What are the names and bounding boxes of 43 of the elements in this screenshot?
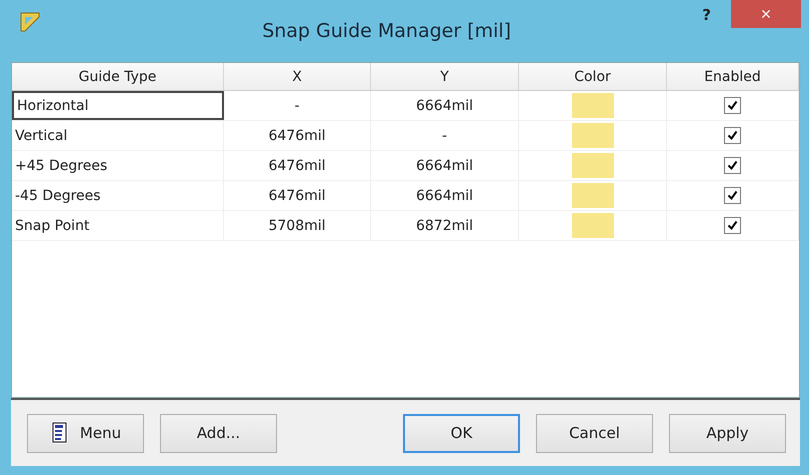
column-header[interactable]: Y (371, 63, 519, 90)
dialog-button[interactable]: Menu (27, 414, 144, 452)
color-swatch[interactable] (572, 123, 614, 148)
dialog-button[interactable]: Cancel (536, 414, 653, 452)
dialog-button[interactable]: OK (403, 414, 520, 452)
table-cell: 6664mil (371, 181, 519, 210)
dialog-button[interactable]: Add... (160, 414, 277, 452)
column-header[interactable]: Guide Type (12, 63, 224, 90)
table-cell: 6476mil (224, 151, 371, 180)
table-cell: 6476mil (224, 181, 371, 210)
checkbox[interactable] (724, 157, 741, 174)
color-swatch[interactable] (572, 153, 614, 178)
column-header[interactable]: Enabled (667, 63, 799, 90)
checkbox[interactable] (724, 217, 741, 234)
table-cell: - (371, 121, 519, 150)
table-cell: +45 Degrees (12, 151, 224, 180)
checkmark-icon (727, 160, 738, 171)
table-cell: Snap Point (12, 211, 224, 240)
checkbox[interactable] (724, 187, 741, 204)
checkmark-icon (727, 130, 738, 141)
checkbox[interactable] (724, 97, 741, 114)
column-header[interactable]: X (224, 63, 371, 90)
table-cell: 6476mil (224, 121, 371, 150)
table-cell: 6664mil (371, 151, 519, 180)
table-cell: Vertical (12, 121, 224, 150)
table-cell: - (224, 91, 371, 120)
table-cell: 5708mil (224, 211, 371, 240)
checkbox[interactable] (724, 127, 741, 144)
color-swatch[interactable] (572, 213, 614, 238)
window-title: Snap Guide Manager [mil] (261, 20, 512, 42)
checkmark-icon (727, 220, 738, 231)
table-cell: 6664mil (371, 91, 519, 120)
color-swatch[interactable] (572, 183, 614, 208)
color-swatch[interactable] (572, 93, 614, 118)
dialog-button[interactable]: Apply (669, 414, 786, 452)
checkmark-icon (727, 100, 738, 111)
checkmark-icon (727, 190, 738, 201)
column-header[interactable]: Color (519, 63, 667, 90)
help-button[interactable]: ? (702, 6, 711, 24)
table-cell: 6872mil (371, 211, 519, 240)
close-button[interactable]: × (731, 0, 801, 28)
table-cell: -45 Degrees (12, 181, 224, 210)
table-cell: Horizontal (12, 91, 224, 120)
